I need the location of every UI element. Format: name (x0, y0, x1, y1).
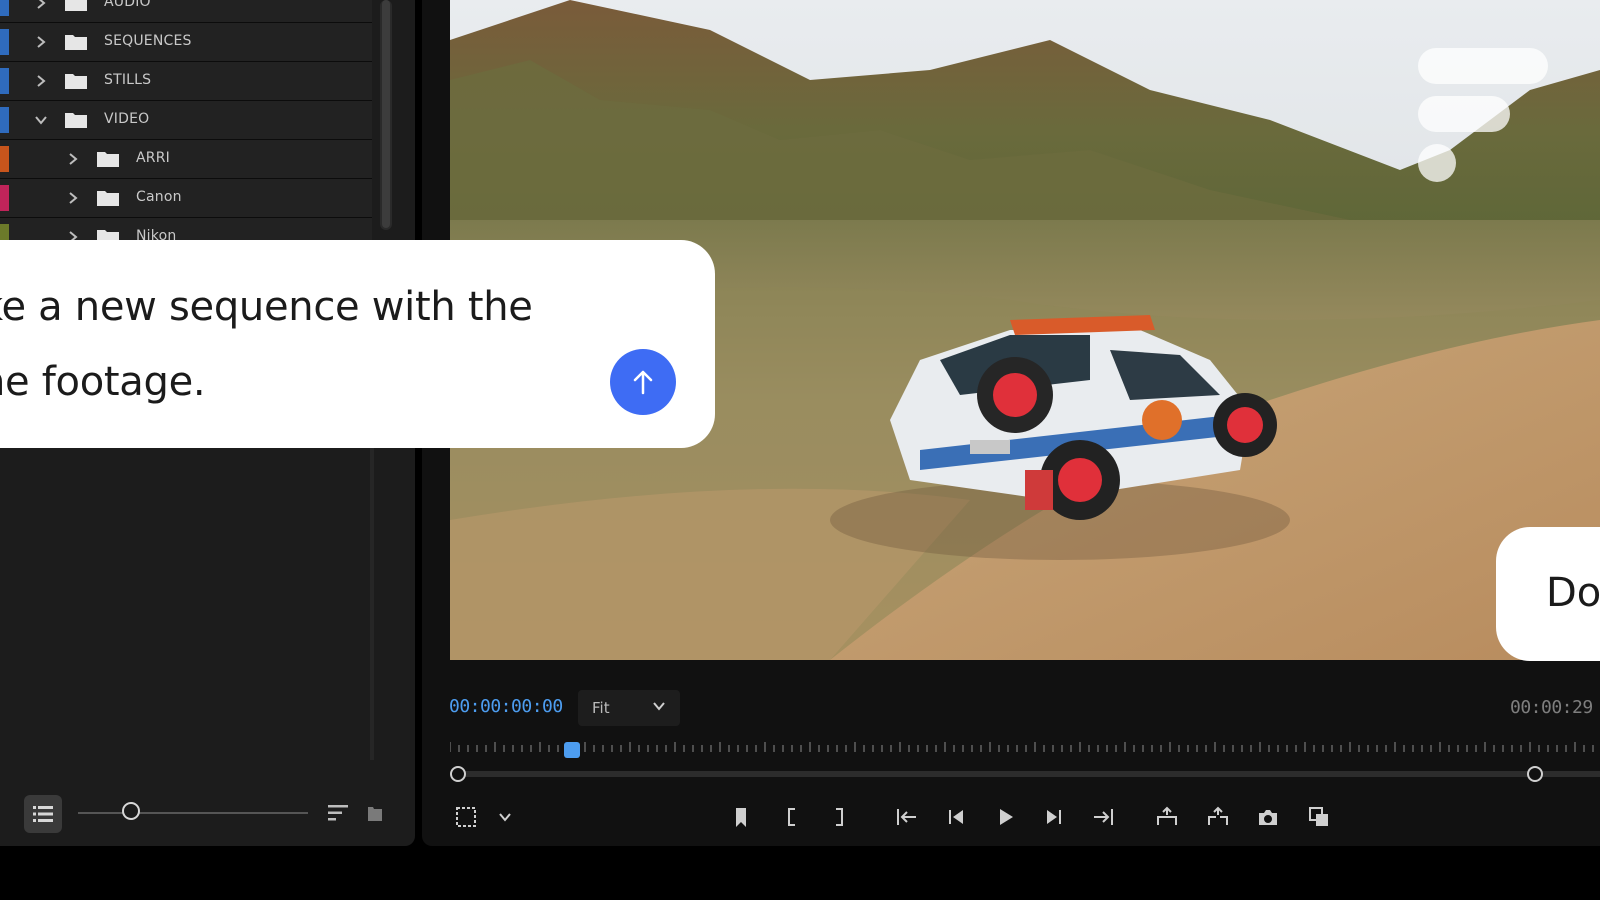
play-button[interactable] (991, 803, 1019, 831)
lift-icon (1157, 806, 1177, 825)
chevron-down-icon (652, 699, 666, 717)
folder-icon (64, 0, 88, 12)
bin-row[interactable]: SEQUENCES (0, 23, 372, 62)
chevron-down-icon (499, 813, 511, 822)
play-icon (1000, 809, 1013, 825)
send-button[interactable] (610, 349, 676, 415)
step-forward-button[interactable] (1040, 803, 1068, 831)
chevron-right-icon[interactable] (34, 0, 48, 10)
bin-name: SEQUENCES (104, 33, 192, 49)
chevron-down-icon[interactable] (34, 113, 48, 127)
folder-icon (96, 150, 120, 168)
marker-button[interactable] (728, 803, 756, 831)
settings-dropdown-button[interactable] (491, 803, 519, 831)
label-color-swatch (0, 146, 9, 172)
label-color-swatch (0, 107, 9, 133)
panel-divider (370, 440, 374, 760)
safe-margins-icon (456, 807, 476, 827)
list-view-button[interactable] (24, 795, 62, 833)
compare-icon (1309, 807, 1328, 826)
list-view-icon (33, 806, 53, 822)
go-to-in-button[interactable] (892, 803, 920, 831)
go-to-out-icon (1094, 809, 1113, 825)
bin-row[interactable]: AUDIO (0, 0, 372, 23)
folder-icon (64, 111, 88, 129)
step-back-button[interactable] (942, 803, 970, 831)
safe-margins-button[interactable] (452, 803, 480, 831)
label-color-swatch (0, 29, 9, 55)
out-point-handle[interactable] (1527, 766, 1543, 782)
bin-name: Canon (136, 189, 182, 205)
bin-name: STILLS (104, 72, 152, 88)
sort-icon[interactable] (328, 803, 350, 823)
step-back-icon (949, 810, 963, 824)
export-frame-button[interactable] (1254, 803, 1282, 831)
chevron-right-icon[interactable] (34, 35, 48, 49)
new-bin-icon[interactable] (366, 803, 384, 823)
go-to-out-button[interactable] (1090, 803, 1118, 831)
zoom-fit-select[interactable]: Fit (578, 690, 680, 726)
label-color-swatch (0, 68, 9, 94)
zoom-slider-track[interactable] (78, 812, 308, 814)
bin-row[interactable]: Canon (0, 179, 372, 218)
extract-button[interactable] (1204, 803, 1232, 831)
export-frame-icon (1259, 810, 1277, 825)
compare-button[interactable] (1305, 803, 1333, 831)
folder-icon (64, 72, 88, 90)
time-ruler[interactable] (450, 742, 1600, 788)
label-color-swatch (0, 0, 9, 16)
bin-name: ARRI (136, 150, 170, 166)
bin-name: VIDEO (104, 111, 150, 127)
chevron-right-icon[interactable] (66, 152, 80, 166)
playhead[interactable] (564, 742, 580, 758)
folder-icon (96, 189, 120, 207)
mark-in-button[interactable] (779, 803, 807, 831)
folder-icon (64, 33, 88, 51)
extract-icon (1208, 806, 1228, 825)
bin-row[interactable]: STILLS (0, 62, 372, 101)
reply-text: Do (1546, 570, 1600, 616)
chevron-right-icon[interactable] (34, 74, 48, 88)
prompt-line-2: ne footage. (0, 359, 206, 405)
mark-out-icon (836, 808, 843, 826)
chevron-right-icon[interactable] (66, 191, 80, 205)
arrow-up-icon (633, 370, 653, 395)
label-color-swatch (0, 185, 9, 211)
mark-out-button[interactable] (826, 803, 854, 831)
duration-timecode: 00:00:29 (1510, 697, 1593, 718)
current-timecode[interactable]: 00:00:00:00 (449, 696, 563, 717)
go-to-in-icon (897, 809, 916, 825)
zoom-slider-knob[interactable] (122, 802, 140, 820)
in-out-range-bar[interactable] (458, 771, 1600, 777)
marker-icon (736, 808, 746, 827)
bin-list: AUDIO SEQUENCES STILLS VIDEO ARRI Canon Nikon (0, 0, 372, 257)
prompt-text[interactable]: ke a new sequence with the ne footage. (0, 270, 580, 420)
lift-button[interactable] (1153, 803, 1181, 831)
fit-select-value: Fit (592, 699, 610, 717)
bin-name: AUDIO (104, 0, 151, 10)
in-point-handle[interactable] (450, 766, 466, 782)
prompt-line-1: ke a new sequence with the (0, 284, 533, 330)
watermark-logo (1418, 48, 1548, 182)
scrollbar-thumb[interactable] (382, 0, 390, 228)
bin-row[interactable]: ARRI (0, 140, 372, 179)
step-forward-icon (1047, 810, 1061, 824)
bin-row[interactable]: VIDEO (0, 101, 372, 140)
mark-in-icon (788, 808, 795, 826)
